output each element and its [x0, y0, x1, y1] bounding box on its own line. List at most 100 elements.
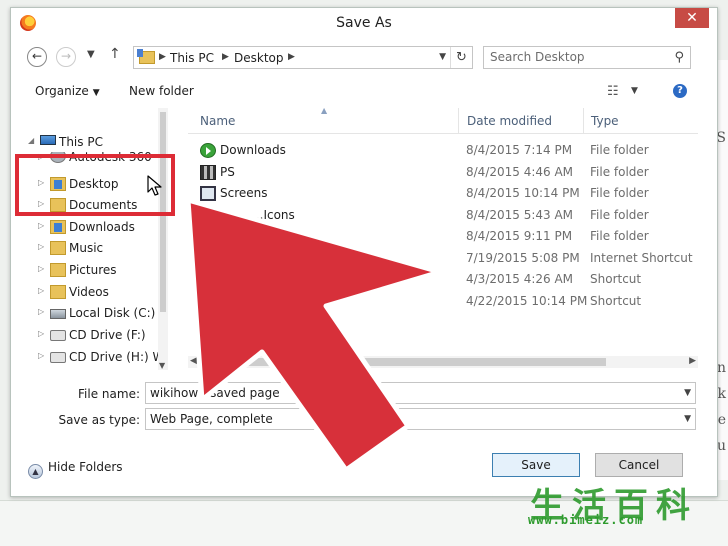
- mouse-cursor-icon: [147, 175, 162, 196]
- collapsed-arrow-icon[interactable]: ▷: [38, 307, 44, 316]
- tree-item-documents[interactable]: ▷ Documents: [8, 195, 166, 216]
- file-row[interactable]: O 4/3/2015 4:26 AM Shortcut: [188, 269, 698, 290]
- folder-icon: [200, 208, 216, 223]
- up-button[interactable]: ↑: [109, 46, 121, 62]
- cd-drive-icon: [50, 352, 66, 363]
- recent-locations-button[interactable]: ▼: [87, 49, 95, 60]
- tree-item-desktop[interactable]: ▷ Desktop: [8, 174, 166, 195]
- file-name-label: File name:: [78, 387, 140, 401]
- help-icon[interactable]: ?: [673, 84, 687, 98]
- refresh-icon[interactable]: ↻: [450, 47, 472, 68]
- column-header-name[interactable]: Name: [200, 114, 235, 128]
- file-name: Virt: [220, 294, 241, 308]
- hide-folders-button[interactable]: ▲ Hide Folders: [28, 460, 123, 479]
- file-type-value: Web Page, complete: [150, 412, 273, 426]
- tree-item-label: This PC: [59, 135, 103, 149]
- tree-item-label: Music: [69, 241, 104, 255]
- collapsed-arrow-icon[interactable]: ▷: [38, 242, 44, 251]
- file-row[interactable]: Screens 8/4/2015 10:14 PM File folder: [188, 183, 698, 204]
- scrollbar-thumb[interactable]: [160, 112, 166, 312]
- navigation-scrollbar[interactable]: ▼: [158, 108, 168, 370]
- breadcrumb-separator-icon[interactable]: ▶: [159, 52, 166, 62]
- collapsed-arrow-icon[interactable]: ▷: [38, 199, 44, 208]
- tree-item-downloads[interactable]: ▷ Downloads: [8, 217, 166, 238]
- file-name-input[interactable]: [150, 386, 670, 400]
- file-row[interactable]: Downloads 8/4/2015 7:14 PM File folder: [188, 140, 698, 161]
- column-divider[interactable]: [458, 108, 459, 134]
- scrollbar-thumb[interactable]: [202, 358, 606, 366]
- close-button[interactable]: ✕: [675, 8, 709, 28]
- view-options-icon[interactable]: ☷: [607, 84, 619, 99]
- tree-item-label: Videos: [69, 285, 109, 299]
- tree-item-cd-drive-h[interactable]: ▷ CD Drive (H:) WD: [8, 347, 166, 368]
- collapsed-arrow-icon[interactable]: ▷: [38, 221, 44, 230]
- expanded-arrow-icon[interactable]: ◢: [28, 136, 34, 145]
- tree-item-autodesk-360[interactable]: ▷ Autodesk 360: [8, 152, 166, 167]
- watermark-url: www.bimeiz.com: [528, 513, 644, 527]
- folder-icon: [200, 229, 216, 244]
- navigation-pane: ◢ This PC ▷ Autodesk 360 ▷ Desktop ▷ Doc…: [8, 108, 166, 370]
- breadcrumb-separator-icon[interactable]: ▶: [288, 52, 295, 62]
- file-name-field[interactable]: ▼: [145, 382, 696, 404]
- collapsed-arrow-icon[interactable]: ▷: [38, 178, 44, 187]
- file-type-select[interactable]: Web Page, complete ▼: [145, 408, 696, 430]
- tree-item-music[interactable]: ▷ Music: [8, 238, 166, 259]
- tree-item-label: Local Disk (C:): [69, 306, 156, 320]
- search-input[interactable]: [490, 50, 660, 64]
- tree-item-cd-drive-f[interactable]: ▷ CD Drive (F:): [8, 325, 166, 346]
- breadcrumb-this-pc[interactable]: This PC: [170, 51, 214, 65]
- chevron-down-icon[interactable]: ▼: [684, 388, 691, 398]
- collapsed-arrow-icon[interactable]: ▷: [38, 152, 44, 161]
- breadcrumb[interactable]: ▶ This PC ▶ Desktop ▶ ▼ ↻: [133, 46, 473, 69]
- collapsed-arrow-icon[interactable]: ▷: [38, 264, 44, 273]
- tree-item-pictures[interactable]: ▷ Pictures: [8, 260, 166, 281]
- file-row[interactable]: 7/19/2015 5:08 PM Internet Shortcut: [188, 248, 698, 269]
- file-row[interactable]: ...Icons 8/4/2015 5:43 AM File folder: [188, 205, 698, 226]
- column-header-date[interactable]: Date modified: [467, 114, 552, 128]
- title-bar: Save As ✕: [11, 8, 717, 38]
- file-row[interactable]: Virt 4/22/2015 10:14 PM Shortcut: [188, 291, 698, 312]
- collapsed-arrow-icon[interactable]: ▷: [38, 286, 44, 295]
- collapsed-arrow-icon[interactable]: ▷: [38, 351, 44, 360]
- tree-item-videos[interactable]: ▷ Videos: [8, 282, 166, 303]
- file-type: Internet Shortcut: [590, 251, 693, 265]
- column-divider[interactable]: [583, 108, 584, 134]
- new-folder-button[interactable]: New folder: [129, 84, 194, 98]
- film-icon: [200, 165, 216, 180]
- forward-button[interactable]: →: [56, 47, 76, 67]
- computer-icon: [40, 135, 56, 145]
- file-name: ...Icons: [252, 208, 295, 222]
- tree-item-label: Documents: [69, 198, 138, 212]
- hide-folders-label: Hide Folders: [48, 460, 123, 474]
- breadcrumb-separator-icon[interactable]: ▶: [222, 52, 229, 62]
- address-row: ← → ▼ ↑ ▶ This PC ▶ Desktop ▶ ▼ ↻ ⚲: [11, 42, 717, 72]
- file-row[interactable]: PS 8/4/2015 4:46 AM File folder: [188, 162, 698, 183]
- back-button[interactable]: ←: [27, 47, 47, 67]
- file-row[interactable]: 8/4/2015 9:11 PM File folder: [188, 226, 698, 247]
- search-icon[interactable]: ⚲: [674, 50, 684, 65]
- organize-button[interactable]: Organize ▼: [35, 84, 100, 98]
- column-header-type[interactable]: Type: [591, 114, 619, 128]
- search-box[interactable]: ⚲: [483, 46, 691, 69]
- collapsed-arrow-icon[interactable]: ▷: [38, 329, 44, 338]
- file-list-hscrollbar[interactable]: ◀ ▶: [188, 356, 698, 368]
- file-type: File folder: [590, 186, 649, 200]
- file-name: Downloads: [220, 143, 286, 157]
- chevron-down-icon: ▼: [92, 88, 100, 98]
- chevron-down-icon[interactable]: ▼: [684, 414, 691, 424]
- scroll-right-icon[interactable]: ▶: [689, 356, 696, 366]
- file-name: Screens: [220, 186, 268, 200]
- file-date: 4/22/2015 10:14 PM: [466, 294, 588, 308]
- file-type: File folder: [590, 143, 649, 157]
- view-dropdown-icon[interactable]: ▼: [631, 86, 638, 96]
- breadcrumb-desktop[interactable]: Desktop: [234, 51, 284, 65]
- cancel-button[interactable]: Cancel: [595, 453, 683, 477]
- scroll-left-icon[interactable]: ◀: [190, 356, 197, 366]
- downloads-folder-icon: [50, 220, 66, 234]
- tree-item-label: Autodesk 360: [69, 152, 152, 164]
- address-dropdown-icon[interactable]: ▼: [439, 52, 446, 62]
- tree-item-local-disk-c[interactable]: ▷ Local Disk (C:): [8, 303, 166, 324]
- scroll-down-icon[interactable]: ▼: [159, 361, 165, 370]
- tree-item-this-pc[interactable]: ◢ This PC: [8, 132, 166, 153]
- save-button[interactable]: Save: [492, 453, 580, 477]
